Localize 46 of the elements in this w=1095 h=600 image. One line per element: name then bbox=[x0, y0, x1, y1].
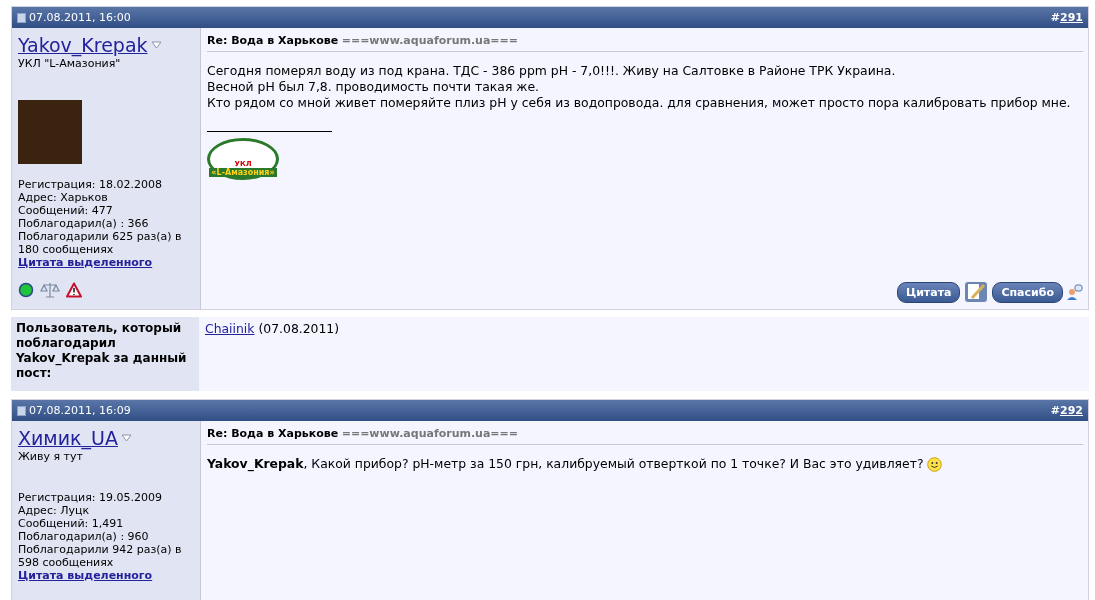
post-title: Re: Вода в Харькове bbox=[207, 427, 339, 440]
avatar-placeholder bbox=[18, 100, 82, 164]
scales-icon[interactable] bbox=[40, 281, 60, 299]
smiley-icon bbox=[927, 456, 943, 472]
thanks-button[interactable]: Спасибо bbox=[992, 281, 1063, 303]
message-text: Yakov_Krepak, Какой прибор? pH-метр за 150 грн, калибруемый отверткой по 1 точке? И Вас это удивляет? bbox=[207, 456, 924, 472]
thanking-user-link[interactable]: Chaiinik bbox=[205, 321, 255, 336]
document-icon bbox=[17, 12, 26, 23]
document-icon bbox=[17, 405, 26, 416]
post-date: 07.08.2011, 16:09 bbox=[29, 404, 131, 417]
user-stat: Поблагодарил(а) : 366 bbox=[18, 217, 150, 230]
message-text: Кто рядом со мной живет померяйте плиз pH у себя из водопровода. для сравнения, может просто пора калибровать прибор мне. bbox=[207, 95, 1071, 111]
post-title: Re: Вода в Харькове bbox=[207, 34, 339, 47]
post-number-link[interactable]: 292 bbox=[1060, 404, 1083, 417]
user-stat: Поблагодарил(а) : 960 bbox=[18, 530, 150, 543]
message-text: Весной pH был 7,8. проводимость почти такая же. bbox=[207, 79, 540, 95]
forum-address: ===www.aquaforum.ua=== bbox=[341, 427, 519, 440]
user-stat: Регистрация: 19.05.2009 bbox=[18, 491, 163, 504]
online-status-icon bbox=[18, 282, 34, 298]
post-date: 07.08.2011, 16:00 bbox=[29, 11, 131, 24]
quote-selection-link[interactable]: Цитата выделенного bbox=[18, 569, 200, 582]
quote-selection-link[interactable]: Цитата выделенного bbox=[18, 256, 200, 269]
username-link[interactable]: Химик_UA bbox=[18, 427, 118, 449]
user-stat: Поблагодарили 942 раз(а) в 598 сообщениях bbox=[18, 543, 183, 569]
user-stat: Поблагодарили 625 раз(а) в 180 сообщениях bbox=[18, 230, 183, 256]
user-stat: Регистрация: 18.02.2008 bbox=[18, 178, 163, 191]
username-link[interactable]: Yakov_Krepak bbox=[18, 34, 148, 56]
thanks-date: (07.08.2011) bbox=[258, 321, 340, 336]
message-text: Сегодня померял воду из под крана. ТДС - 386 ppm pH - 7,0!!!. Живу на Салтовке в Районе ТРК Украина. bbox=[207, 63, 896, 79]
post-number-prefix: # bbox=[1050, 404, 1061, 417]
user-title: УКЛ "L-Амазония" bbox=[18, 57, 122, 70]
user-comment-icon[interactable] bbox=[1067, 283, 1083, 301]
quote-button[interactable]: Цитата bbox=[896, 281, 961, 303]
dropdown-caret-icon[interactable] bbox=[120, 434, 132, 442]
user-title: Живу я тут bbox=[18, 450, 84, 463]
user-stat: Сообщений: 1,491 bbox=[18, 517, 125, 530]
user-stat: Адрес: Харьков bbox=[18, 191, 109, 204]
post-number-prefix: # bbox=[1050, 11, 1061, 24]
user-stat: Адрес: Луцк bbox=[18, 504, 91, 517]
post-number-link[interactable]: 291 bbox=[1060, 11, 1083, 24]
dropdown-caret-icon[interactable] bbox=[150, 41, 162, 49]
forum-address: ===www.aquaforum.ua=== bbox=[341, 34, 519, 47]
thanks-label: Пользователь, который поблагодарил Yakov_Krepak за данный пост: bbox=[11, 317, 199, 391]
edit-icon[interactable] bbox=[964, 281, 989, 303]
user-stat: Сообщений: 477 bbox=[18, 204, 114, 217]
warning-icon[interactable] bbox=[66, 282, 82, 298]
